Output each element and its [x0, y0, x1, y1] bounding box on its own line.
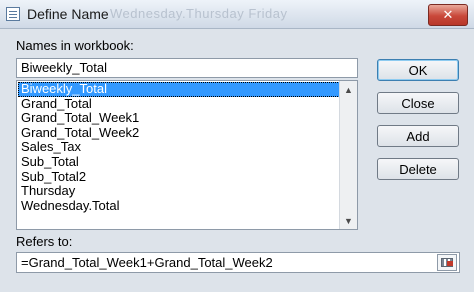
delete-button-label: Delete	[399, 161, 437, 177]
dialog-title: Define Name	[27, 6, 109, 22]
ok-button-label: OK	[408, 62, 428, 78]
delete-button[interactable]: Delete	[377, 158, 459, 180]
chevron-up-icon[interactable]: ▲	[340, 81, 357, 98]
list-item[interactable]: Grand_Total_Week2	[18, 125, 340, 141]
chevron-down-icon[interactable]: ▼	[340, 212, 357, 229]
title-bar[interactable]: Define Name Wednesday.Thursday Friday ✕	[0, 0, 474, 29]
dialog-icon	[6, 7, 20, 21]
close-icon: ✕	[442, 7, 454, 22]
names-in-workbook-label: Names in workbook:	[16, 38, 134, 53]
close-window-button[interactable]: ✕	[428, 4, 468, 26]
names-list: Biweekly_Total Grand_Total Grand_Total_Wee…	[18, 81, 340, 214]
list-item[interactable]: Biweekly_Total	[18, 81, 340, 97]
list-item[interactable]: Grand_Total	[18, 96, 340, 112]
add-button-label: Add	[406, 128, 430, 144]
list-item[interactable]: Thursday	[18, 184, 340, 199]
list-item[interactable]: Sub_Total2	[18, 169, 340, 185]
refers-to-input[interactable]: =Grand_Total_Week1+Grand_Total_Week2	[16, 252, 460, 273]
refers-to-value: =Grand_Total_Week1+Grand_Total_Week2	[21, 255, 273, 270]
close-button[interactable]: Close	[377, 92, 459, 114]
list-item[interactable]: Sub_Total	[18, 154, 340, 170]
define-name-dialog: Define Name Wednesday.Thursday Friday ✕ …	[0, 0, 474, 292]
close-button-label: Close	[401, 95, 435, 111]
refers-to-label: Refers to:	[16, 234, 73, 249]
name-input[interactable]: Biweekly_Total	[16, 58, 358, 78]
list-item[interactable]: Sales_Tax	[18, 140, 340, 155]
listbox-scrollbar[interactable]: ▲ ▼	[339, 81, 357, 229]
add-button[interactable]: Add	[377, 125, 459, 147]
background-sheet-text: Wednesday.Thursday Friday	[110, 6, 288, 21]
ok-button[interactable]: OK	[377, 59, 459, 81]
range-collapse-icon[interactable]	[437, 254, 457, 271]
list-item[interactable]: Wednesday.Total	[18, 198, 340, 214]
names-listbox[interactable]: Biweekly_Total Grand_Total Grand_Total_Wee…	[16, 80, 358, 230]
list-item[interactable]: Grand_Total_Week1	[18, 111, 340, 126]
